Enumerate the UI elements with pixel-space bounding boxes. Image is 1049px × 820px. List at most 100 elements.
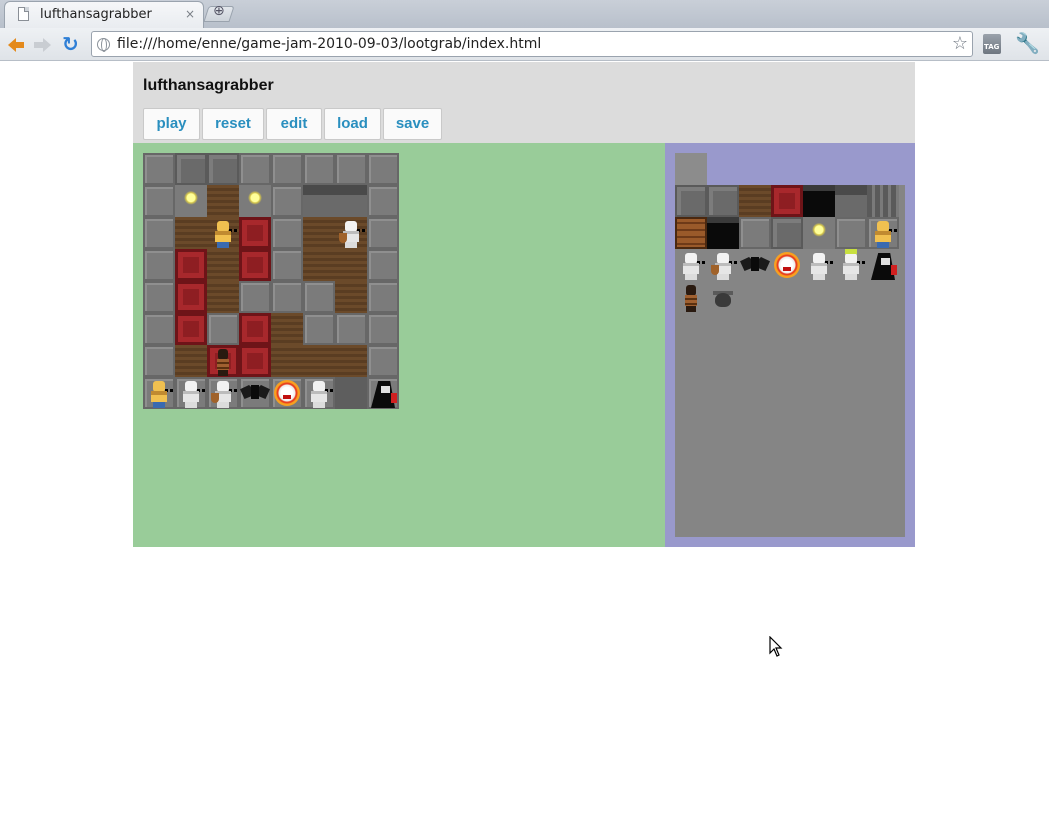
tile-wall[interactable] bbox=[303, 185, 335, 217]
tile-stone[interactable] bbox=[271, 185, 303, 217]
reaper-sprite[interactable] bbox=[867, 249, 899, 281]
tile-carpet[interactable] bbox=[239, 345, 271, 377]
tile-floor[interactable] bbox=[207, 281, 239, 313]
tile-stone[interactable] bbox=[367, 185, 399, 217]
fire-skull-sprite[interactable] bbox=[771, 249, 803, 281]
tile-stone[interactable] bbox=[367, 217, 399, 249]
thief-sprite[interactable] bbox=[867, 217, 899, 249]
tile-floor[interactable] bbox=[175, 345, 207, 377]
skeleton-shield-sprite[interactable] bbox=[707, 249, 739, 281]
tile-stone[interactable] bbox=[335, 313, 367, 345]
tab-close-icon[interactable]: × bbox=[185, 7, 195, 21]
tile-carpet[interactable] bbox=[175, 313, 207, 345]
wrench-icon[interactable]: 🔧 bbox=[1015, 31, 1040, 55]
pot-sprite[interactable] bbox=[707, 281, 739, 313]
star-icon[interactable]: ☆ bbox=[952, 33, 968, 54]
thief-sprite[interactable] bbox=[143, 377, 175, 409]
tile-stone[interactable] bbox=[303, 313, 335, 345]
tile-floor[interactable] bbox=[271, 345, 303, 377]
tag-icon[interactable]: TAG bbox=[983, 34, 1001, 54]
palette-tab[interactable] bbox=[675, 153, 707, 185]
back-button[interactable] bbox=[4, 32, 30, 56]
tile-carpet[interactable] bbox=[175, 281, 207, 313]
fire-skull-sprite[interactable] bbox=[271, 377, 303, 409]
reload-button[interactable]: ↻ bbox=[59, 32, 85, 56]
tile-black[interactable] bbox=[707, 217, 739, 249]
tile-stone2[interactable] bbox=[175, 153, 207, 185]
tile-stone[interactable] bbox=[303, 281, 335, 313]
tile-stone[interactable] bbox=[835, 217, 867, 249]
tile-lamp[interactable] bbox=[803, 217, 835, 249]
tile-stone[interactable] bbox=[143, 281, 175, 313]
tile-floor[interactable] bbox=[335, 249, 367, 281]
tile-stone[interactable] bbox=[143, 249, 175, 281]
tile-stone[interactable] bbox=[143, 345, 175, 377]
tile-lamp[interactable] bbox=[175, 185, 207, 217]
tile-stone[interactable] bbox=[739, 217, 771, 249]
tile-lamp[interactable] bbox=[239, 185, 271, 217]
tile-stone[interactable] bbox=[271, 217, 303, 249]
skeleton-crown-sprite[interactable] bbox=[835, 249, 867, 281]
tile-stone[interactable] bbox=[207, 313, 239, 345]
save-button[interactable]: save bbox=[383, 108, 442, 140]
skeleton-walker-sprite[interactable] bbox=[303, 377, 335, 409]
new-tab-icon[interactable]: ⊕ bbox=[213, 3, 225, 19]
tile-wall[interactable] bbox=[335, 185, 367, 217]
tile-stairs[interactable] bbox=[867, 185, 899, 217]
tile-stone[interactable] bbox=[143, 185, 175, 217]
tile-floor[interactable] bbox=[207, 185, 239, 217]
tile-stone[interactable] bbox=[143, 313, 175, 345]
tile-carpet[interactable] bbox=[239, 313, 271, 345]
reset-button[interactable]: reset bbox=[202, 108, 264, 140]
tile-palette[interactable] bbox=[675, 185, 905, 537]
skeleton-walker-sprite[interactable] bbox=[803, 249, 835, 281]
tile-stone2[interactable] bbox=[207, 153, 239, 185]
tile-carpet[interactable] bbox=[239, 217, 271, 249]
tile-stone[interactable] bbox=[271, 153, 303, 185]
tile-floor[interactable] bbox=[175, 217, 207, 249]
play-button[interactable]: play bbox=[143, 108, 200, 140]
skeleton-sprite[interactable] bbox=[675, 249, 707, 281]
barrel-sprite[interactable] bbox=[675, 281, 707, 313]
tile-floor[interactable] bbox=[207, 249, 239, 281]
address-bar[interactable]: file:///home/enne/game-jam-2010-09-03/lo… bbox=[91, 31, 973, 57]
tile-stone2[interactable] bbox=[707, 185, 739, 217]
tile-stone2[interactable] bbox=[675, 185, 707, 217]
bat-sprite[interactable] bbox=[739, 249, 771, 281]
skeleton-sprite[interactable] bbox=[175, 377, 207, 409]
tile-shadow[interactable] bbox=[335, 377, 367, 409]
tile-carpet[interactable] bbox=[771, 185, 803, 217]
tile-carpet[interactable] bbox=[239, 249, 271, 281]
reaper-sprite[interactable] bbox=[367, 377, 399, 409]
tile-floor[interactable] bbox=[335, 281, 367, 313]
tile-floor[interactable] bbox=[303, 249, 335, 281]
tile-stone[interactable] bbox=[367, 249, 399, 281]
tile-stone[interactable] bbox=[367, 313, 399, 345]
tile-floor[interactable] bbox=[303, 345, 335, 377]
tile-stone[interactable] bbox=[303, 153, 335, 185]
tile-wall[interactable] bbox=[835, 185, 867, 217]
url-text[interactable]: file:///home/enne/game-jam-2010-09-03/lo… bbox=[117, 36, 541, 52]
tile-stone[interactable] bbox=[335, 153, 367, 185]
tile-stone[interactable] bbox=[367, 281, 399, 313]
thief-sprite[interactable] bbox=[207, 217, 239, 249]
barrel-sprite[interactable] bbox=[207, 345, 239, 377]
tile-stone[interactable] bbox=[271, 281, 303, 313]
tile-black[interactable] bbox=[803, 185, 835, 217]
tile-stone[interactable] bbox=[143, 217, 175, 249]
edit-button[interactable]: edit bbox=[266, 108, 322, 140]
tile-stone[interactable] bbox=[367, 153, 399, 185]
browser-tab[interactable]: lufthansagrabber × bbox=[4, 1, 204, 28]
tile-stone[interactable] bbox=[239, 153, 271, 185]
load-button[interactable]: load bbox=[324, 108, 381, 140]
tile-carpet[interactable] bbox=[175, 249, 207, 281]
tile-crate[interactable] bbox=[675, 217, 707, 249]
bat-sprite[interactable] bbox=[239, 377, 271, 409]
tile-stone[interactable] bbox=[239, 281, 271, 313]
tile-stone2[interactable] bbox=[771, 217, 803, 249]
game-board[interactable] bbox=[143, 153, 399, 409]
skeleton-shield-sprite[interactable] bbox=[335, 217, 367, 249]
tile-stone[interactable] bbox=[271, 249, 303, 281]
tile-floor[interactable] bbox=[271, 313, 303, 345]
tile-floor[interactable] bbox=[303, 217, 335, 249]
